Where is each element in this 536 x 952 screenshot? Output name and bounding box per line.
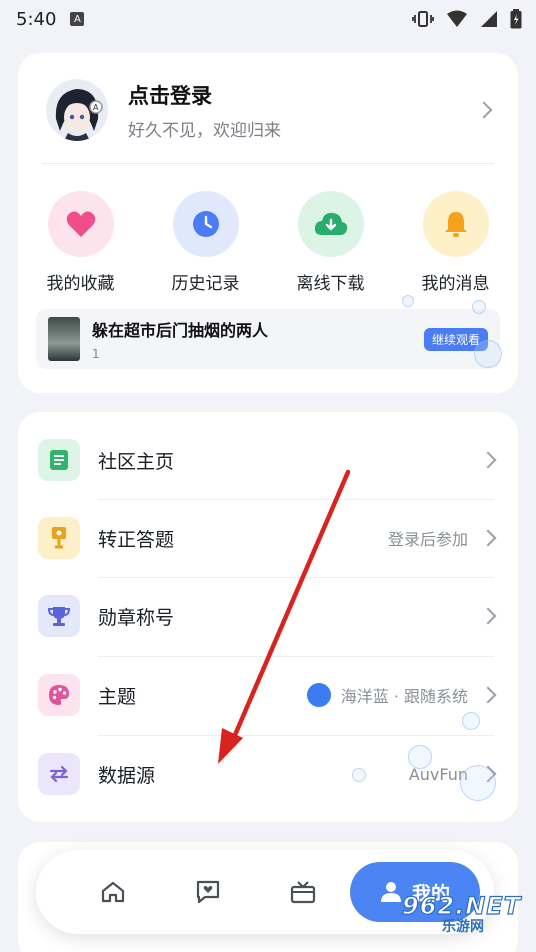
welcome-subtitle: 好久不见，欢迎归来 <box>128 120 281 141</box>
bubble-decoration <box>474 340 502 368</box>
divider <box>42 163 494 164</box>
quick-messages[interactable]: 我的消息 <box>400 191 512 294</box>
quick-favorites[interactable]: 我的收藏 <box>25 191 137 294</box>
chevron-right-icon <box>479 529 497 547</box>
heart-icon <box>47 191 114 257</box>
quick-label: 历史记录 <box>171 274 240 294</box>
home-icon <box>102 881 125 903</box>
quick-label: 离线下载 <box>296 274 365 294</box>
menu-item-quiz[interactable]: 转正答题 登录后参加 <box>38 499 497 577</box>
vibrate-icon <box>412 11 434 27</box>
chevron-right-icon[interactable] <box>475 101 493 119</box>
menu-label: 主题 <box>98 685 137 708</box>
status-time: 5:40 <box>16 8 57 30</box>
trophy-icon <box>38 595 80 637</box>
wifi-icon <box>447 10 467 27</box>
tab-community[interactable] <box>161 862 256 922</box>
badge-icon <box>38 517 80 559</box>
menu-item-theme[interactable]: 主题 海洋蓝 · 跟随系统 <box>38 656 497 734</box>
user-icon <box>380 882 401 902</box>
bubble-decoration <box>460 765 496 801</box>
watermark: 962.NET 乐游网 <box>401 891 530 944</box>
bubble-decoration <box>352 768 366 782</box>
menu-label: 转正答题 <box>98 528 175 551</box>
menu-card: 社区主页 转正答题 登录后参加 勋章称号 主题 海洋蓝 · 跟随系统 数据源 A… <box>18 412 518 822</box>
video-thumbnail <box>48 317 80 361</box>
profile-card: A 点击登录 好久不见，欢迎归来 我的收藏 历史记录 离线下载 我的消息 躲在超… <box>18 53 518 393</box>
battery-icon <box>510 9 522 29</box>
chat-heart-icon <box>196 880 220 904</box>
menu-item-community[interactable]: 社区主页 <box>38 421 497 499</box>
swap-icon <box>38 753 80 795</box>
chevron-right-icon <box>479 686 497 704</box>
quick-history[interactable]: 历史记录 <box>150 191 262 294</box>
status-bar: 5:40 A <box>0 0 536 38</box>
palette-icon <box>38 674 80 716</box>
notification-a-icon: A <box>70 12 85 26</box>
signal-icon <box>481 11 497 27</box>
quick-download[interactable]: 离线下载 <box>275 191 387 294</box>
svg-text:A: A <box>93 103 99 112</box>
theme-color-swatch <box>306 683 331 707</box>
chevron-right-icon <box>479 607 497 625</box>
theme-value: 海洋蓝 · 跟随系统 <box>306 683 468 707</box>
login-row[interactable]: A 点击登录 好久不见，欢迎归来 <box>46 79 493 141</box>
bubble-decoration <box>408 745 432 769</box>
cloud-download-icon <box>297 191 364 257</box>
bell-icon <box>422 191 489 257</box>
bubble-decoration <box>462 712 480 730</box>
avatar[interactable]: A <box>46 79 108 141</box>
menu-value: 海洋蓝 · 跟随系统 <box>340 687 468 706</box>
login-title[interactable]: 点击登录 <box>128 80 478 110</box>
history-episode: 1 <box>92 347 100 361</box>
menu-label: 勋章称号 <box>98 606 175 629</box>
clock-icon <box>172 191 239 257</box>
quick-actions: 我的收藏 历史记录 离线下载 我的消息 <box>18 191 518 294</box>
quick-label: 我的收藏 <box>46 274 115 294</box>
tv-icon <box>290 881 315 904</box>
continue-watching-card[interactable]: 躲在超市后门抽烟的两人 1 继续观看 <box>36 309 500 369</box>
tab-home[interactable] <box>66 862 161 922</box>
menu-value: 登录后参加 <box>387 530 468 549</box>
bubble-decoration <box>402 295 414 307</box>
menu-item-medals[interactable]: 勋章称号 <box>38 577 497 655</box>
document-icon <box>38 439 80 481</box>
chevron-right-icon <box>479 451 497 469</box>
menu-label: 社区主页 <box>98 450 175 473</box>
bubble-decoration <box>472 300 486 314</box>
history-title: 躲在超市后门抽烟的两人 <box>92 321 269 340</box>
tab-tv[interactable] <box>255 862 350 922</box>
quick-label: 我的消息 <box>421 274 490 294</box>
